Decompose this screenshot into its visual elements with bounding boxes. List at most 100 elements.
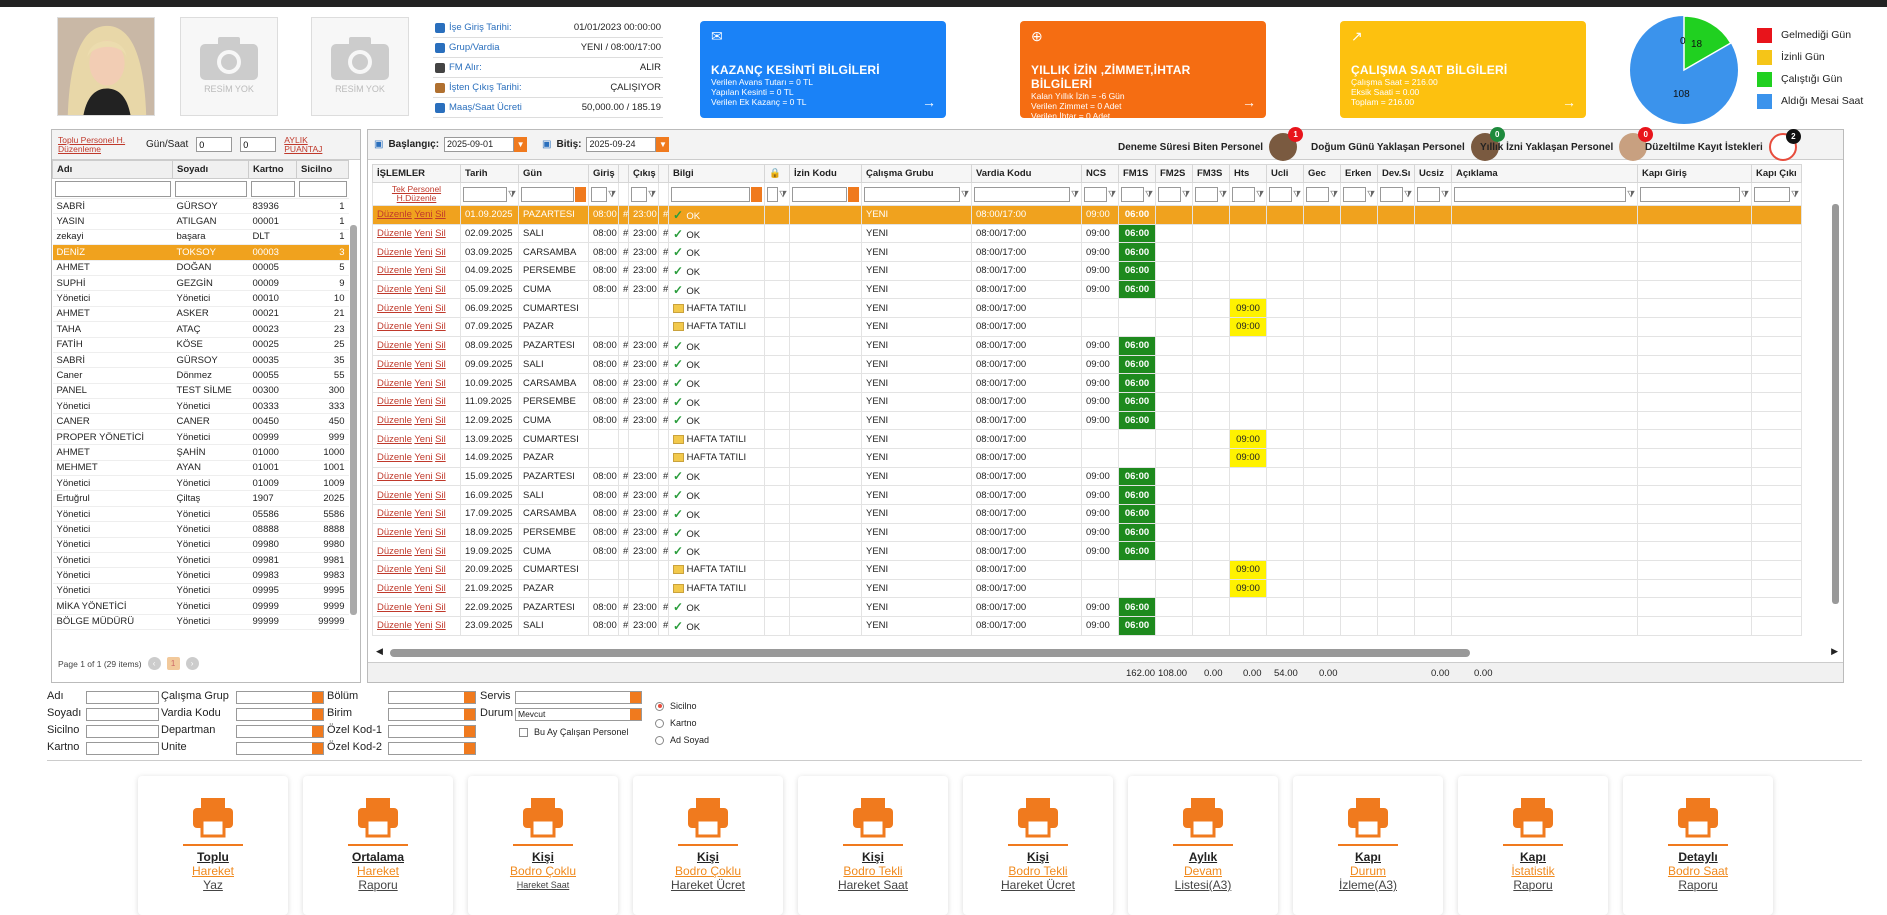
edit-link[interactable]: Düzenle (377, 583, 412, 594)
column-header[interactable]: Soyadı (172, 160, 249, 179)
table-row[interactable]: Düzenle Yeni Sil 15.09.2025 PAZARTESI 08:00… (372, 466, 1802, 487)
table-row[interactable]: Düzenle Yeni Sil 02.09.2025 SALI 08:00 #23:0… (372, 223, 1802, 244)
column-filter-input[interactable] (591, 186, 607, 202)
delete-link[interactable]: Sil (435, 321, 446, 332)
edit-link[interactable]: Düzenle (377, 471, 412, 482)
edit-link[interactable]: Düzenle (377, 434, 412, 445)
table-row[interactable]: Düzenle Yeni Sil 03.09.2025 CARSAMBA 08:00 #… (372, 242, 1802, 263)
table-row[interactable]: PANEL TEST SİLME 00300 300 (52, 383, 349, 400)
column-filter-input[interactable] (298, 180, 347, 197)
dropdown-arrow-icon[interactable] (630, 692, 641, 703)
end-date[interactable]: 2025-09-24 (586, 137, 657, 152)
report-button-4[interactable]: Kişi Bodro Çoklu Hareket Ücret (633, 776, 783, 915)
column-header[interactable]: Kartno (248, 160, 297, 179)
notification-4[interactable]: Düzeltilme Kayıt İstekleri 2 (1645, 129, 1801, 161)
column-filter-input[interactable] (767, 186, 778, 202)
avatar[interactable]: 1 (1269, 127, 1304, 161)
column-filter[interactable]: ⧩ (1417, 186, 1449, 202)
dropdown-arrow-icon[interactable] (464, 709, 475, 720)
column-header[interactable]: Kapı Giriş (1637, 164, 1752, 183)
prev-page-button[interactable]: ‹ (147, 657, 161, 670)
table-row[interactable]: Yönetici Yönetici 09981 9981 (52, 552, 349, 569)
table-row[interactable]: Düzenle Yeni Sil 23.09.2025 SALI 08:00 #23:0… (372, 616, 1802, 636)
table-row[interactable]: Düzenle Yeni Sil 17.09.2025 CARSAMBA 08:00 #… (372, 504, 1802, 524)
filter-dropdown[interactable] (236, 742, 324, 755)
column-header[interactable]: İŞLEMLER (372, 164, 461, 183)
column-filter-input[interactable] (1158, 186, 1181, 202)
table-row[interactable]: Ertuğrul Çiltaş 1907 2025 (52, 490, 349, 507)
table-row[interactable]: Yönetici Yönetici 05586 5586 (52, 506, 349, 523)
filter-icon[interactable]: ⧩ (608, 189, 616, 200)
new-link[interactable]: Yeni (414, 602, 432, 613)
filter-text-input[interactable] (86, 708, 159, 721)
filter-icon[interactable]: ⧩ (779, 189, 787, 200)
edit-link[interactable]: Düzenle (377, 247, 412, 258)
table-row[interactable]: Düzenle Yeni Sil 12.09.2025 CUMA 08:00 #23:0… (372, 410, 1802, 431)
table-row[interactable]: Düzenle Yeni Sil 09.09.2025 SALI 08:00 #23:0… (372, 354, 1802, 375)
table-row[interactable]: Düzenle Yeni Sil 06.09.2025 CUMARTESI HAFT… (372, 298, 1802, 319)
table-row[interactable]: Düzenle Yeni Sil 08.09.2025 PAZARTESI 08:00… (372, 335, 1802, 356)
edit-link[interactable]: Düzenle (377, 321, 412, 332)
table-row[interactable]: AHMET DOĞAN 00005 5 (52, 260, 349, 276)
column-filter-input[interactable] (174, 180, 247, 197)
scrollbar-thumb[interactable] (1832, 204, 1839, 604)
edit-link[interactable]: Düzenle (377, 378, 412, 389)
column-filter-input[interactable] (1640, 186, 1740, 202)
table-row[interactable]: Düzenle Yeni Sil 05.09.2025 CUMA 08:00 #23:0… (372, 279, 1802, 300)
report-button-6[interactable]: Kişi Bodro Tekli Hareket Ücret (963, 776, 1113, 915)
table-row[interactable]: zekayi başara DLT 1 (52, 229, 349, 246)
new-link[interactable]: Yeni (414, 228, 432, 239)
employee-photo[interactable] (57, 17, 155, 116)
new-link[interactable]: Yeni (414, 284, 432, 295)
table-row[interactable]: SUPHİ GEZGİN 00009 9 (52, 275, 349, 292)
report-button-9[interactable]: Kapı İstatistik Raporu (1458, 776, 1608, 915)
this-month-checkbox[interactable]: Bu Ay Çalışan Personel (519, 727, 628, 737)
column-filter-input[interactable] (1306, 186, 1329, 202)
new-link[interactable]: Yeni (414, 247, 432, 258)
column-filter[interactable]: ⧩ (1754, 186, 1799, 202)
column-filter[interactable]: ⧩ (767, 186, 787, 202)
delete-link[interactable]: Sil (435, 583, 446, 594)
table-row[interactable]: Düzenle Yeni Sil 18.09.2025 PERSEMBE 08:00 #… (372, 522, 1802, 543)
column-header[interactable]: Sicilno (296, 160, 349, 179)
new-link[interactable]: Yeni (414, 508, 432, 519)
delete-link[interactable]: Sil (435, 620, 446, 631)
table-row[interactable]: Yönetici Yönetici 08888 8888 (52, 521, 349, 538)
dropdown-arrow-icon[interactable] (751, 186, 762, 202)
column-filter-input[interactable] (1121, 186, 1144, 202)
filter-icon[interactable]: ⧩ (1627, 189, 1635, 200)
edit-link[interactable]: Düzenle (377, 284, 412, 295)
bulk-edit-link[interactable]: Toplu Personel H. Düzenleme (58, 135, 138, 154)
delete-link[interactable]: Sil (435, 527, 446, 538)
column-filter[interactable]: ⧩ (974, 186, 1079, 202)
personnel-scrollbar[interactable] (348, 210, 358, 640)
column-header[interactable]: FM1S (1118, 164, 1156, 183)
delete-link[interactable]: Sil (435, 228, 446, 239)
dropdown-arrow-icon[interactable] (312, 743, 323, 754)
column-filter-input[interactable] (864, 186, 960, 202)
table-row[interactable]: SABRİ GÜRSOY 00035 35 (52, 352, 349, 369)
report-button-1[interactable]: Toplu Hareket Yaz (138, 776, 288, 915)
edit-link[interactable]: Düzenle (377, 303, 412, 314)
filter-icon[interactable]: ⧩ (1367, 189, 1375, 200)
summary-card-2[interactable]: ⊕ YILLIK İZİN ,ZİMMET,İHTAR BİLGİLERİ Kala… (1020, 21, 1266, 121)
table-row[interactable]: Düzenle Yeni Sil 14.09.2025 PAZAR HAFTA TA… (372, 447, 1802, 468)
gun-input[interactable] (196, 137, 233, 152)
single-person-edit-link[interactable]: Tek Personel H.Düzenle (392, 184, 441, 203)
delete-link[interactable]: Sil (435, 490, 446, 501)
new-link[interactable]: Yeni (414, 209, 432, 220)
filter-text-input[interactable] (86, 691, 159, 704)
edit-link[interactable]: Düzenle (377, 265, 412, 276)
filter-dropdown[interactable] (236, 691, 324, 704)
column-header[interactable]: Açıklama (1451, 164, 1638, 183)
new-link[interactable]: Yeni (414, 490, 432, 501)
table-row[interactable]: Yönetici Yönetici 01009 1009 (52, 475, 349, 492)
column-header[interactable]: Gec (1303, 164, 1341, 183)
edit-link[interactable]: Düzenle (377, 602, 412, 613)
grid-vertical-scrollbar[interactable] (1831, 192, 1840, 642)
scrollbar-thumb[interactable] (350, 225, 357, 615)
column-filter-input[interactable] (1269, 186, 1292, 202)
new-link[interactable]: Yeni (414, 546, 432, 557)
radio-button[interactable] (655, 735, 664, 745)
column-filter-input[interactable] (1380, 186, 1403, 202)
